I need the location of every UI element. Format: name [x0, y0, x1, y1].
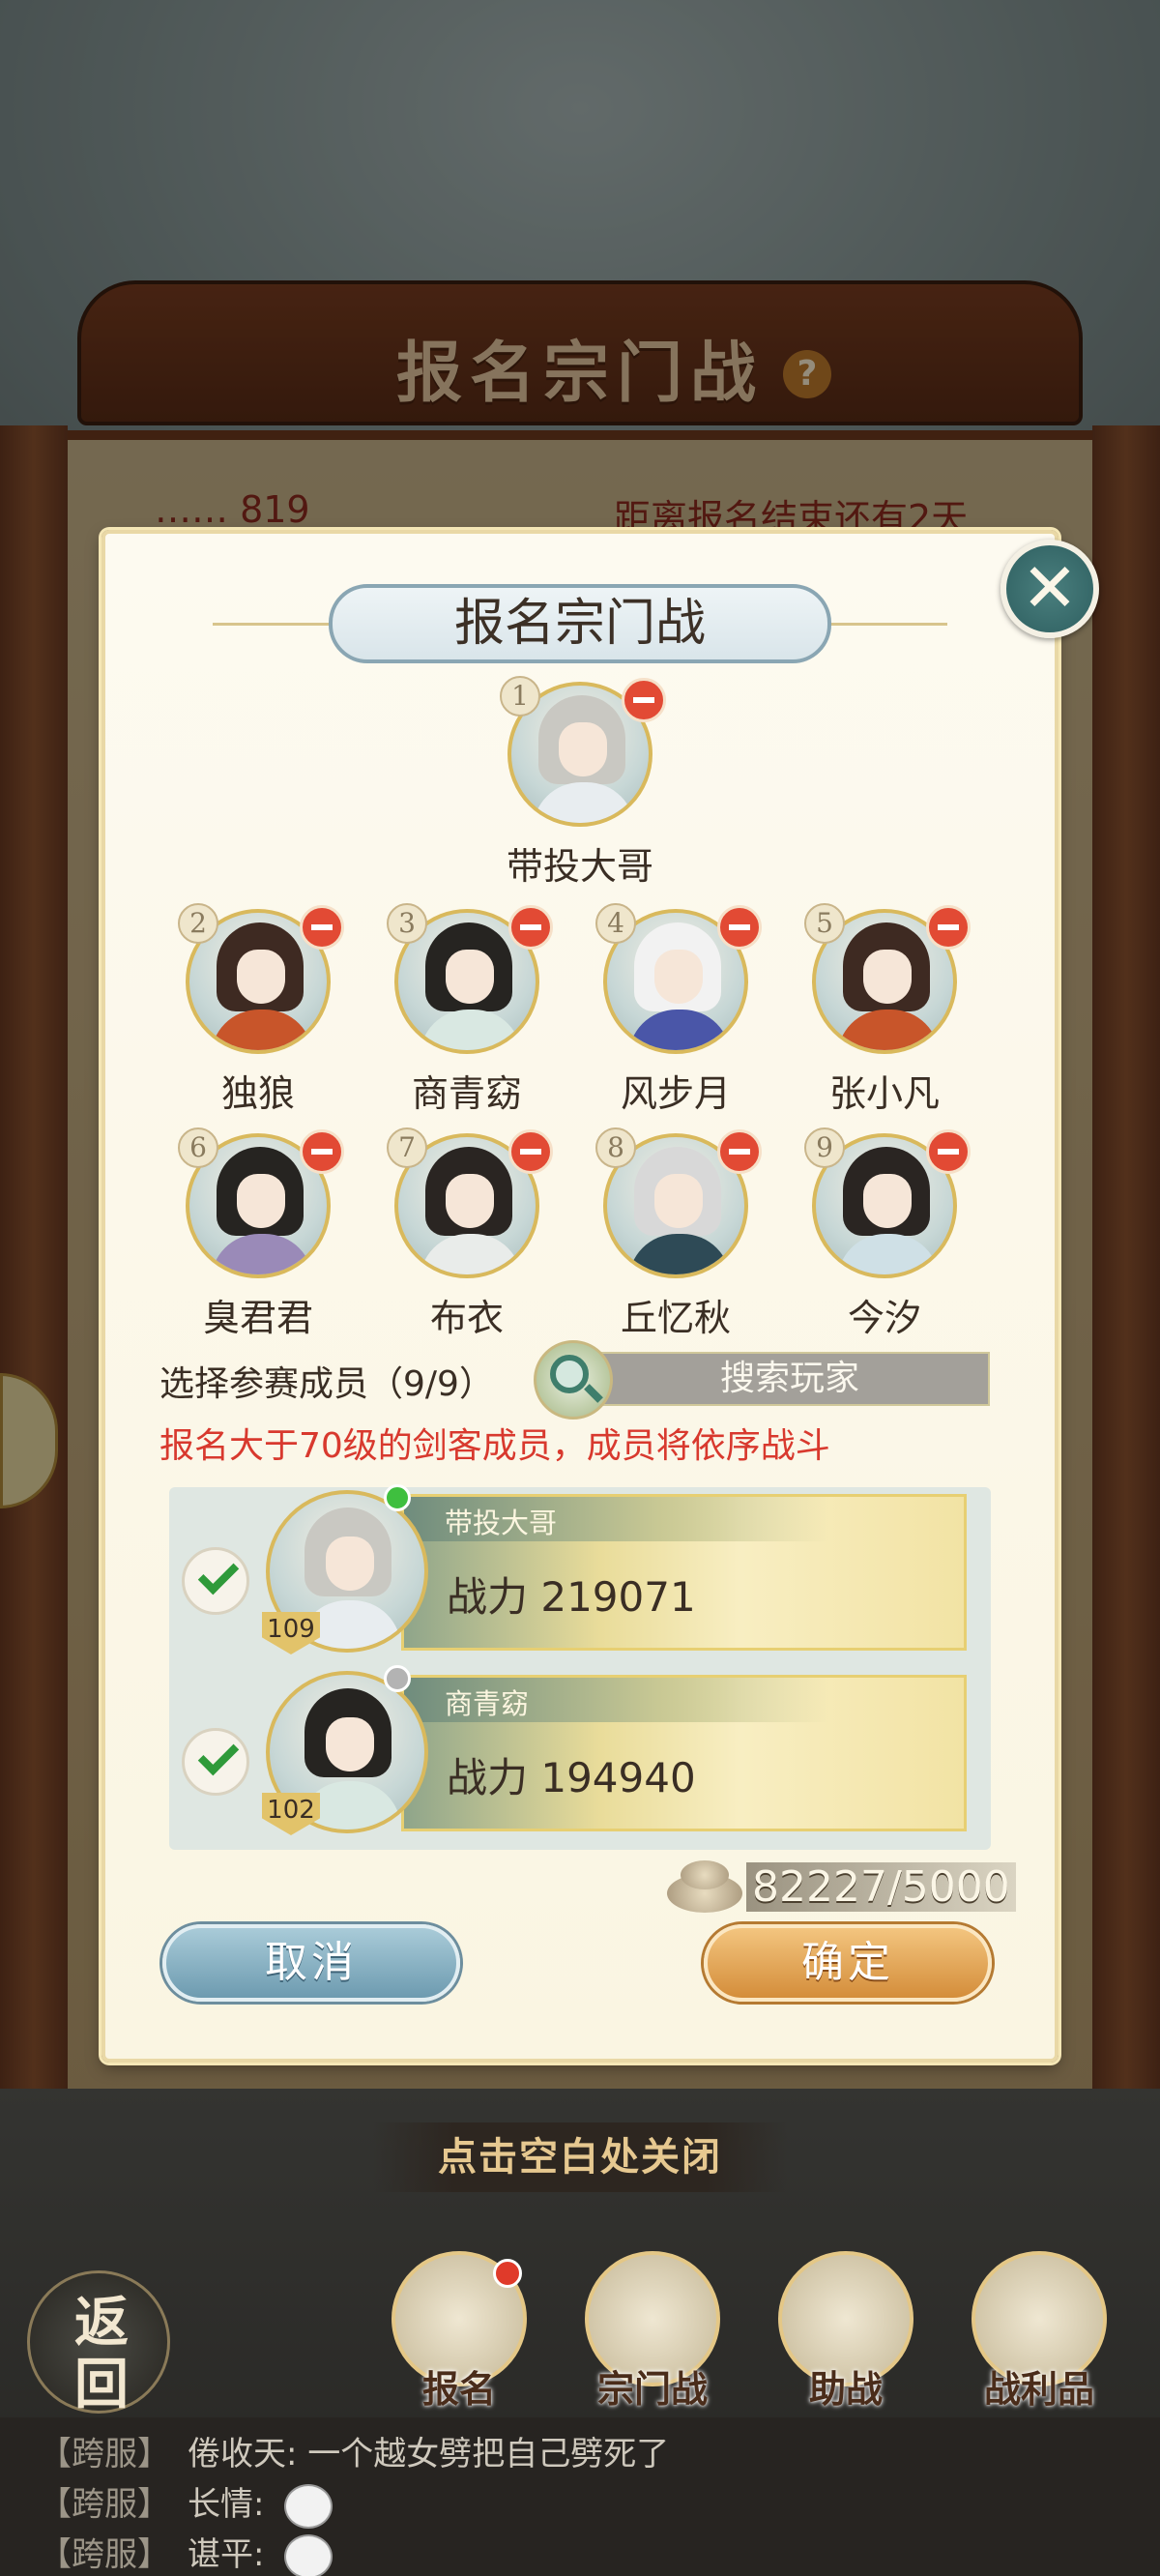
slot-member-name: 独狼: [220, 1072, 295, 1115]
chat-line: 【跨服】 长情:: [39, 2477, 334, 2529]
chat-line: 【跨服】 倦收天: 一个越女劈把自己劈死了: [39, 2435, 670, 2474]
team-slot[interactable]: 7 布衣: [387, 1127, 553, 1339]
slot-member-name: 商青窈: [411, 1072, 522, 1115]
dialog-title: 报名宗门战: [329, 584, 831, 663]
team-slot[interactable]: 6 臭君君: [178, 1127, 344, 1339]
member-name: 商青窈: [445, 1687, 530, 1720]
emoji-icon: [284, 2483, 334, 2529]
remove-member-icon[interactable]: [622, 678, 666, 722]
slot-index: 5: [804, 903, 845, 944]
nav-label: 战利品: [983, 2368, 1094, 2411]
search-icon[interactable]: [534, 1340, 613, 1420]
slot-member-name: 张小凡: [828, 1072, 940, 1115]
member-card[interactable]: 带投大哥战力 219071: [401, 1494, 970, 1651]
member-checkbox[interactable]: [182, 1547, 249, 1615]
nav-3[interactable]: 战利品: [957, 2251, 1121, 2415]
slot-member-name: 风步月: [620, 1072, 731, 1115]
nav-label: 助战: [808, 2368, 883, 2411]
member-power: 战力 219071: [447, 1573, 696, 1621]
chat-panel[interactable]: 【跨服】 倦收天: 一个越女劈把自己劈死了 【跨服】 长情: 【跨服】 谌平:: [0, 2417, 1160, 2576]
slot-index: 6: [178, 1127, 218, 1168]
member-card[interactable]: 商青窈战力 194940: [401, 1675, 970, 1831]
silver-coins-icon: [667, 1857, 744, 1915]
team-slot[interactable]: 2 独狼: [178, 903, 344, 1115]
nav-label: 宗门战: [596, 2368, 708, 2411]
member-checkbox[interactable]: [182, 1728, 249, 1796]
tap-to-close-hint: 点击空白处关闭: [372, 2122, 788, 2192]
emoji-icon: [284, 2533, 334, 2576]
select-members-label: 选择参赛成员（9/9）: [160, 1364, 494, 1404]
remove-member-icon[interactable]: [300, 1129, 344, 1174]
slot-index: 9: [804, 1127, 845, 1168]
remove-member-icon[interactable]: [508, 905, 553, 950]
slot-index: 2: [178, 903, 218, 944]
remove-member-icon[interactable]: [300, 905, 344, 950]
slot-member-name: 今汐: [847, 1297, 921, 1339]
slot-index: 1: [500, 676, 540, 717]
nav-2[interactable]: 助战: [764, 2251, 928, 2415]
team-slot[interactable]: 5 张小凡: [804, 903, 971, 1115]
close-button[interactable]: ✕: [1000, 540, 1099, 638]
team-slot[interactable]: 9 今汐: [804, 1127, 971, 1339]
slot-member-name: 臭君君: [202, 1297, 313, 1339]
slot-index: 8: [595, 1127, 636, 1168]
slot-member-name: 带投大哥: [506, 845, 653, 888]
slot-member-name: 丘忆秋: [620, 1297, 731, 1339]
title-ornament-left: [213, 623, 329, 626]
title-ornament-right: [831, 623, 947, 626]
back-button[interactable]: 返 回: [27, 2270, 170, 2416]
remove-member-icon[interactable]: [926, 1129, 971, 1174]
back-label-bottom: 回: [74, 2353, 129, 2416]
nav-label: 报名: [421, 2368, 496, 2411]
remove-member-icon[interactable]: [717, 1129, 762, 1174]
team-slot[interactable]: 4 风步月: [595, 903, 762, 1115]
team-slot[interactable]: 1 带投大哥: [500, 676, 666, 888]
notification-dot: [493, 2259, 522, 2288]
slot-index: 3: [387, 903, 427, 944]
currency-amount: 82227/5000: [746, 1862, 1016, 1912]
slot-member-name: 布衣: [429, 1297, 504, 1339]
cancel-button[interactable]: 取消: [162, 1924, 460, 2002]
remove-member-icon[interactable]: [926, 905, 971, 950]
slot-index: 4: [595, 903, 636, 944]
online-status-dot: [384, 1484, 411, 1511]
member-power: 战力 194940: [447, 1754, 696, 1801]
chat-line: 【跨服】 谌平:: [39, 2528, 334, 2576]
member-avatar: 109: [262, 1484, 428, 1654]
close-icon: ✕: [1021, 548, 1079, 628]
nav-0[interactable]: 报名: [377, 2251, 541, 2415]
member-avatar: 102: [262, 1665, 428, 1835]
search-player-button[interactable]: 搜索玩家: [590, 1352, 990, 1406]
confirm-button[interactable]: 确定: [704, 1924, 992, 2002]
team-slot[interactable]: 3 商青窈: [387, 903, 553, 1115]
team-slot[interactable]: 8 丘忆秋: [595, 1127, 762, 1339]
nav-1[interactable]: 宗门战: [570, 2251, 735, 2415]
online-status-dot: [384, 1665, 411, 1692]
signup-rule-hint: 报名大于70级的剑客成员，成员将依序战斗: [160, 1426, 830, 1466]
member-name: 带投大哥: [445, 1507, 558, 1539]
slot-index: 7: [387, 1127, 427, 1168]
remove-member-icon[interactable]: [717, 905, 762, 950]
remove-member-icon[interactable]: [508, 1129, 553, 1174]
